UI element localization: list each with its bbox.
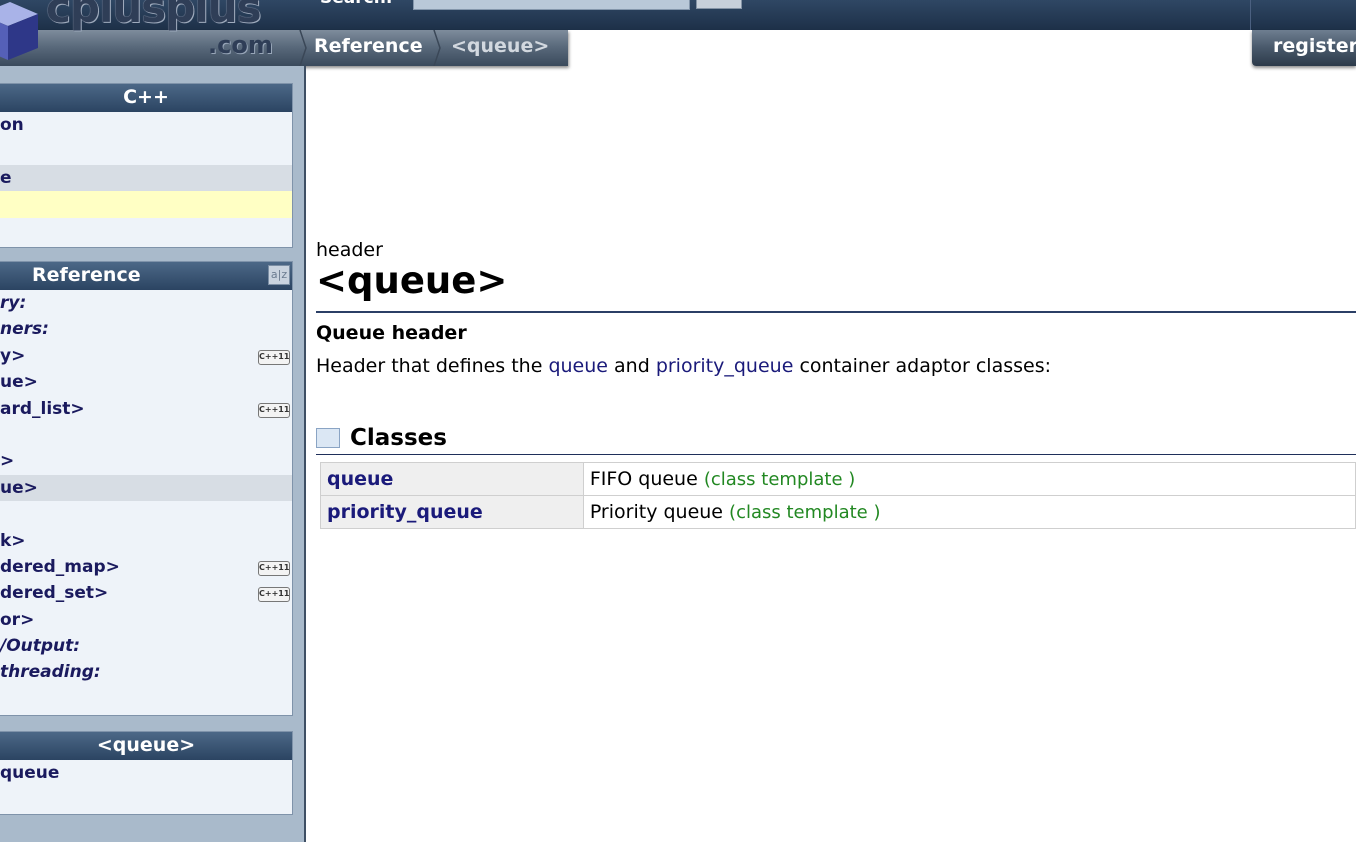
sidebar-cpp-box: C++ on e [0, 83, 293, 248]
sidebar-item-label: /Output: [0, 636, 81, 657]
sidebar-cpp-title-text: C++ [123, 86, 169, 108]
logo-cube-icon [0, 2, 38, 60]
sidebar-ref-item[interactable]: k> [0, 528, 292, 554]
sidebar-ref-item-selected[interactable]: ue> [0, 474, 292, 502]
sidebar-item[interactable]: on [0, 112, 292, 138]
register-label: register [1273, 35, 1356, 57]
description-text: and [607, 355, 656, 377]
sidebar-ref-item[interactable]: threading: [0, 659, 292, 685]
sidebar-item-label: dered_map> [0, 556, 120, 577]
sidebar-queue-title: <queue> [0, 732, 292, 760]
sidebar-item-label: or> [0, 609, 35, 630]
cxx11-badge-icon: C++11 [258, 402, 290, 418]
page-subtitle: Queue header [316, 322, 467, 344]
classes-heading: Classes [350, 425, 447, 451]
page-title: <queue> [316, 259, 508, 302]
sidebar-ref-item[interactable]: dered_set> C++11 [0, 580, 292, 606]
search-button[interactable] [696, 0, 742, 9]
breadcrumb-separator-icon [433, 30, 441, 66]
sidebar-item-selected[interactable]: e [0, 164, 292, 192]
site-logo[interactable]: cplusplus .com [0, 0, 305, 66]
cxx11-badge-icon: C++11 [258, 349, 290, 365]
sidebar-ref-item[interactable]: ry: [0, 290, 292, 316]
sidebar-item-label: threading: [0, 662, 101, 683]
sidebar-reference-title: Reference a|z [0, 262, 292, 290]
queue-link[interactable]: queue [548, 355, 608, 377]
sidebar-item[interactable] [0, 218, 292, 244]
class-description: FIFO queue (class template ) [582, 462, 1356, 496]
table-row: priority_queue Priority queue (class tem… [320, 495, 1356, 529]
class-description-text: FIFO queue [589, 468, 704, 490]
sidebar: C++ on e Reference a|z ry: ners: y> C++11… [0, 66, 306, 842]
class-kind-tag: (class template ) [703, 469, 856, 490]
sidebar-item-label: ners: [0, 319, 49, 340]
sidebar-item-label: queue [0, 763, 60, 783]
sidebar-reference-title-text: Reference [32, 264, 141, 286]
sidebar-ref-item[interactable]: ue> [0, 369, 292, 395]
sidebar-item-label: k> [0, 530, 26, 551]
sidebar-ref-item[interactable] [0, 422, 292, 448]
sidebar-ref-item[interactable]: ners: [0, 316, 292, 342]
sidebar-item-label: on [0, 115, 24, 135]
sidebar-item-label: e [0, 167, 12, 188]
breadcrumb-current: <queue> [451, 35, 550, 57]
description-text: container adaptor classes: [793, 355, 1052, 377]
sidebar-ref-item[interactable]: > [0, 448, 292, 474]
sort-az-icon[interactable]: a|z [268, 265, 290, 285]
class-description-text: Priority queue [589, 501, 730, 523]
table-row: queue FIFO queue (class template ) [320, 462, 1356, 496]
sidebar-item-label: > [0, 451, 15, 472]
sidebar-queue-item[interactable]: queue [0, 760, 292, 786]
sidebar-ref-item[interactable]: /Output: [0, 633, 292, 659]
sidebar-item-label: ry: [0, 293, 27, 313]
cxx11-badge-icon: C++11 [258, 587, 290, 603]
title-divider [316, 311, 1356, 313]
description: Header that defines the queue and priori… [316, 355, 1051, 377]
sidebar-item-label: ue> [0, 477, 38, 498]
sidebar-item-label: ue> [0, 372, 38, 393]
sidebar-queue-box: <queue> queue [0, 731, 293, 815]
search-input[interactable] [413, 0, 690, 10]
search-label: Search: [320, 0, 393, 8]
sidebar-cpp-title: C++ [0, 84, 292, 112]
class-name-link[interactable]: queue [320, 462, 584, 496]
classes-divider [316, 454, 1356, 455]
sidebar-item-current[interactable] [0, 191, 292, 218]
breadcrumb-reference[interactable]: Reference [314, 30, 423, 66]
class-description: Priority queue (class template ) [582, 495, 1356, 529]
class-name-link[interactable]: priority_queue [320, 495, 584, 529]
sidebar-reference-box: Reference a|z ry: ners: y> C++11 ue> ard_… [0, 261, 293, 716]
class-kind-tag: (class template ) [729, 502, 881, 523]
logo-text: cplusplus [46, 0, 262, 32]
sidebar-item-label: ard_list> [0, 398, 85, 419]
sidebar-item[interactable] [0, 138, 292, 164]
classes-section-icon [316, 428, 340, 448]
priority-queue-link[interactable]: priority_queue [656, 355, 794, 377]
logo-suffix: .com [208, 31, 273, 59]
sidebar-item-label: y> [0, 345, 26, 366]
description-text: Header that defines the [316, 355, 549, 377]
sidebar-item-label: dered_set> [0, 583, 109, 604]
topbar-user-area [1250, 0, 1356, 30]
sidebar-queue-title-text: <queue> [96, 734, 196, 756]
entity-kind: header [316, 239, 383, 261]
cxx11-badge-icon: C++11 [258, 560, 290, 576]
sidebar-ref-item[interactable]: dered_map> C++11 [0, 554, 292, 580]
classes-table: queue FIFO queue (class template ) prior… [320, 462, 1356, 529]
register-button[interactable]: register [1252, 30, 1356, 66]
sidebar-ref-item[interactable]: or> [0, 607, 292, 633]
sidebar-ref-item[interactable]: ard_list> C++11 [0, 396, 292, 422]
sidebar-ref-item[interactable] [0, 501, 292, 527]
sidebar-ref-item[interactable]: y> C++11 [0, 343, 292, 369]
